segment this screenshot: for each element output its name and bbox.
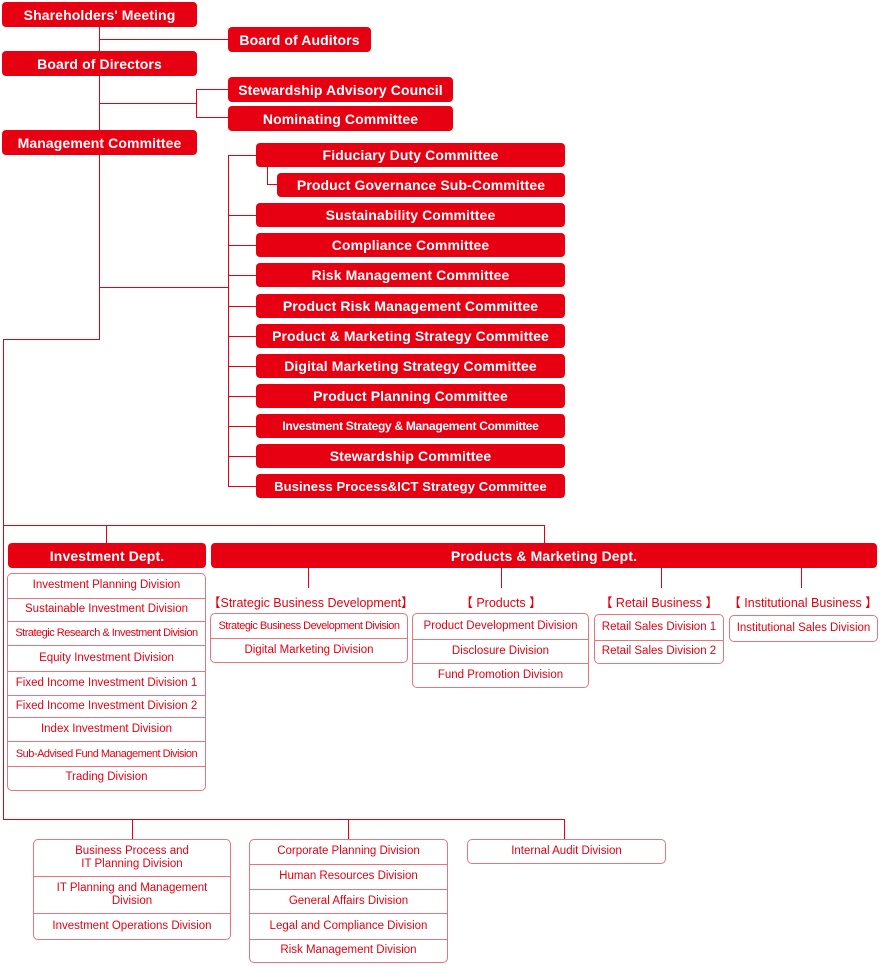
committee-investment-strategy-management: Investment Strategy & Management Committ…	[256, 414, 565, 438]
connector	[132, 819, 133, 839]
committee-sustainability: Sustainability Committee	[256, 203, 565, 227]
board-of-auditors: Board of Auditors	[228, 27, 371, 52]
division-item: Institutional Sales Division	[736, 621, 871, 634]
division-item: Investment Operations Division	[34, 913, 230, 939]
division-item: IT Planning and Management Division	[34, 876, 230, 913]
shareholders-meeting: Shareholders' Meeting	[2, 2, 197, 27]
institutional-list: Institutional Sales Division	[729, 615, 878, 642]
division-item: Retail Sales Division 2	[595, 640, 723, 663]
connector	[228, 306, 257, 307]
connector	[228, 456, 257, 457]
group-label-products: 【 Products 】	[460, 596, 542, 610]
committee-stewardship: Stewardship Committee	[256, 444, 565, 468]
committee-risk-management: Risk Management Committee	[256, 263, 565, 287]
retail-list: Retail Sales Division 1 Retail Sales Div…	[594, 614, 724, 664]
connector	[267, 184, 277, 185]
division-item: Strategic Research & Investment Division	[8, 621, 205, 645]
connector	[348, 819, 349, 839]
committee-product-planning: Product Planning Committee	[256, 384, 565, 408]
division-item: General Affairs Division	[250, 889, 447, 913]
connector	[228, 336, 257, 337]
connector	[564, 819, 565, 839]
connector	[196, 89, 197, 118]
internal-audit-box: Internal Audit Division	[467, 839, 666, 864]
investment-divisions-list: Investment Planning Division Sustainable…	[7, 573, 206, 791]
division-item: Equity Investment Division	[8, 645, 205, 671]
connector	[99, 287, 228, 288]
products-marketing-dept: Products & Marketing Dept.	[211, 543, 877, 568]
division-item: Internal Audit Division	[511, 844, 622, 857]
connector	[228, 155, 257, 156]
division-item: Strategic Business Development Division	[218, 619, 400, 632]
connector	[228, 426, 257, 427]
group-label-retail: 【 Retail Business 】	[599, 596, 719, 610]
board-of-directors: Board of Directors	[2, 51, 197, 76]
connector	[228, 486, 257, 487]
connector	[99, 103, 196, 104]
stewardship-advisory-council: Stewardship Advisory Council	[228, 77, 453, 102]
committee-digital-marketing-strategy: Digital Marketing Strategy Committee	[256, 354, 565, 378]
investment-dept: Investment Dept.	[8, 543, 206, 568]
committee-product-marketing-strategy: Product & Marketing Strategy Committee	[256, 324, 565, 348]
connector	[801, 568, 802, 588]
it-operations-list: Business Process and IT Planning Divisio…	[33, 839, 231, 940]
connector	[228, 245, 257, 246]
connector	[3, 525, 545, 526]
committee-compliance: Compliance Committee	[256, 233, 565, 257]
division-item: Digital Marketing Division	[211, 638, 407, 662]
division-item: Legal and Compliance Division	[250, 913, 447, 939]
connector	[196, 117, 228, 118]
connector	[308, 568, 309, 588]
division-item: Business Process and IT Planning Divisio…	[75, 844, 189, 870]
division-item: Disclosure Division	[413, 639, 588, 663]
division-item: Corporate Planning Division	[277, 845, 420, 858]
connector	[3, 339, 100, 340]
division-item: Sub-Advised Fund Management Division	[8, 741, 205, 766]
connector	[3, 819, 565, 820]
products-list: Product Development Division Disclosure …	[412, 613, 589, 688]
connector	[196, 89, 228, 90]
division-item: Investment Planning Division	[32, 579, 181, 592]
division-item: Fund Promotion Division	[413, 663, 588, 687]
connector	[661, 568, 662, 588]
division-item: Product Development Division	[423, 619, 578, 632]
committee-fiduciary-duty: Fiduciary Duty Committee	[256, 143, 565, 167]
strategic-business-list: Strategic Business Development Division …	[210, 613, 408, 663]
connector	[228, 215, 257, 216]
connector	[228, 396, 257, 397]
division-item: Sustainable Investment Division	[8, 598, 205, 621]
management-committee: Management Committee	[2, 130, 197, 155]
division-item: Fixed Income Investment Division 1	[8, 671, 205, 695]
connector	[99, 39, 229, 40]
connector	[267, 167, 268, 185]
connector	[228, 275, 257, 276]
committee-business-process-ict: Business Process&ICT Strategy Committee	[256, 474, 565, 498]
connector	[501, 568, 502, 588]
connector	[544, 525, 545, 543]
committee-product-governance-sub: Product Governance Sub-Committee	[277, 173, 565, 197]
division-item: Index Investment Division	[8, 717, 205, 741]
division-item: Fixed Income Investment Division 2	[8, 695, 205, 717]
division-item: Retail Sales Division 1	[601, 620, 717, 633]
group-label-institutional: 【 Institutional Business 】	[728, 596, 878, 610]
nominating-committee: Nominating Committee	[228, 106, 453, 131]
group-label-strategic-business: 【Strategic Business Development】	[208, 596, 414, 610]
committee-product-risk-management: Product Risk Management Committee	[256, 294, 565, 318]
connector	[106, 525, 107, 543]
corporate-list: Corporate Planning Division Human Resour…	[249, 839, 448, 963]
connector	[3, 339, 4, 820]
division-item: Human Resources Division	[250, 864, 447, 889]
connector	[228, 155, 229, 486]
connector	[228, 366, 257, 367]
division-item: Trading Division	[8, 766, 205, 788]
division-item: Risk Management Division	[250, 939, 447, 962]
